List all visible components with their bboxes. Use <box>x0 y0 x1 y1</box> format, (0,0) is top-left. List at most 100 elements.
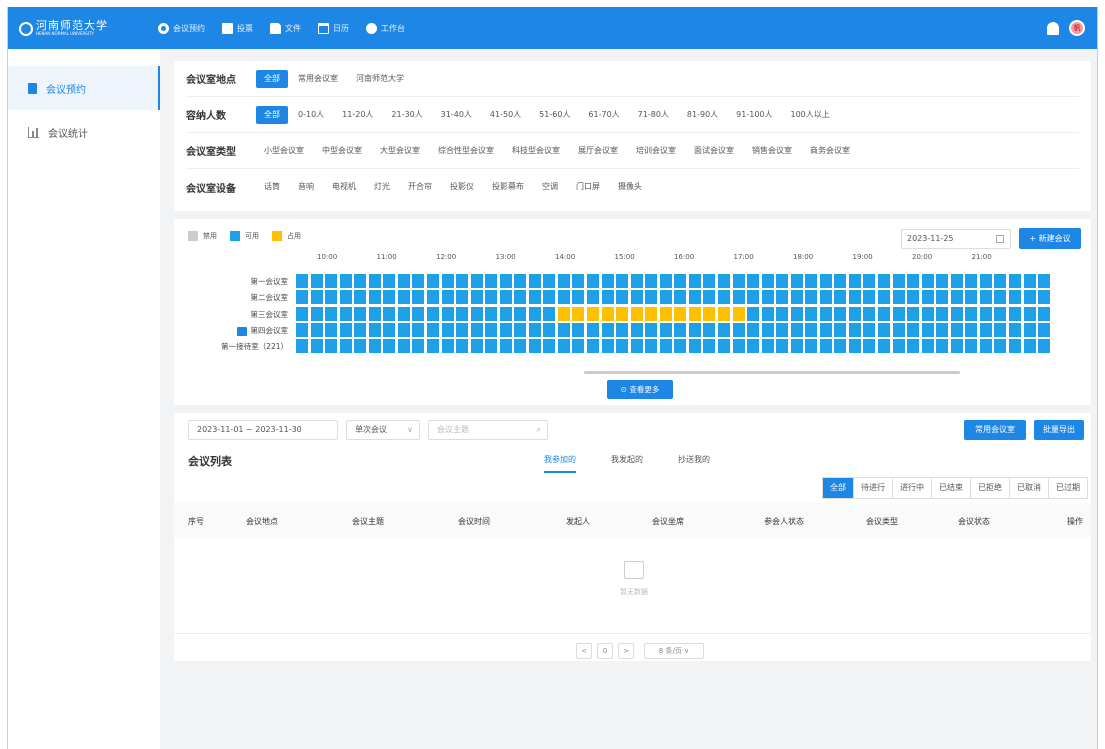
slot-available[interactable] <box>703 339 716 354</box>
slot-available[interactable] <box>790 274 803 288</box>
filter-option[interactable]: 科技型会议室 <box>504 142 568 160</box>
slot-occupied[interactable] <box>703 306 716 321</box>
slot-occupied[interactable] <box>557 306 570 321</box>
slot-available[interactable] <box>907 274 920 288</box>
slot-available[interactable] <box>819 339 832 354</box>
slot-available[interactable] <box>325 306 338 321</box>
slot-available[interactable] <box>732 322 745 337</box>
slot-available[interactable] <box>834 306 847 321</box>
slot-available[interactable] <box>485 322 498 337</box>
nav-workbench[interactable]: 工作台 <box>366 22 405 34</box>
slot-available[interactable] <box>528 274 541 288</box>
slot-occupied[interactable] <box>688 306 701 321</box>
slot-available[interactable] <box>499 274 512 288</box>
slot-available[interactable] <box>470 306 483 321</box>
slot-available[interactable] <box>601 274 614 288</box>
slot-available[interactable] <box>674 274 687 288</box>
slot-available[interactable] <box>368 339 381 354</box>
filter-option[interactable]: 全部 <box>256 69 288 88</box>
meeting-type-select[interactable]: 单次会议 ∨ <box>346 420 420 440</box>
slot-available[interactable] <box>499 306 512 321</box>
slot-available[interactable] <box>339 274 352 288</box>
filter-option[interactable]: 灯光 <box>366 178 398 196</box>
filter-option[interactable]: 空调 <box>534 178 566 196</box>
slot-available[interactable] <box>979 274 992 288</box>
slot-available[interactable] <box>528 306 541 321</box>
slot-occupied[interactable] <box>587 306 599 321</box>
filter-option[interactable]: 31-40人 <box>433 106 480 124</box>
slot-available[interactable] <box>325 274 338 288</box>
view-more-button[interactable]: ⊙ 查看更多 <box>607 380 673 399</box>
slot-available[interactable] <box>805 274 818 288</box>
slot-available[interactable] <box>383 274 396 288</box>
nav-calendar[interactable]: 日历 <box>318 22 349 34</box>
slot-available[interactable] <box>761 274 774 288</box>
slot-available[interactable] <box>994 306 1007 321</box>
slot-available[interactable] <box>688 339 701 354</box>
slot-available[interactable] <box>863 290 876 305</box>
slot-available[interactable] <box>601 290 614 305</box>
filter-option[interactable]: 展厅会议室 <box>570 142 626 160</box>
slot-available[interactable] <box>426 339 439 354</box>
slot-available[interactable] <box>426 306 439 321</box>
slot-available[interactable] <box>528 290 541 305</box>
slot-available[interactable] <box>1038 339 1051 354</box>
slot-available[interactable] <box>703 290 716 305</box>
slot-available[interactable] <box>296 322 308 337</box>
slot-available[interactable] <box>456 322 469 337</box>
slot-available[interactable] <box>630 274 643 288</box>
slot-available[interactable] <box>514 274 527 288</box>
filter-option[interactable]: 大型会议室 <box>372 142 428 160</box>
slot-available[interactable] <box>936 290 949 305</box>
slot-available[interactable] <box>616 290 629 305</box>
slot-available[interactable] <box>965 322 978 337</box>
slot-available[interactable] <box>368 290 381 305</box>
slot-available[interactable] <box>441 322 454 337</box>
filter-option[interactable]: 91-100人 <box>728 106 780 124</box>
slot-available[interactable] <box>325 290 338 305</box>
slot-available[interactable] <box>1038 306 1051 321</box>
slot-available[interactable] <box>383 339 396 354</box>
slot-available[interactable] <box>470 274 483 288</box>
slot-available[interactable] <box>572 274 585 288</box>
status-filter-option[interactable]: 已结束 <box>932 478 971 498</box>
slot-available[interactable] <box>747 274 760 288</box>
slot-available[interactable] <box>296 306 308 321</box>
slot-available[interactable] <box>688 290 701 305</box>
slot-available[interactable] <box>688 322 701 337</box>
slot-available[interactable] <box>368 274 381 288</box>
slot-available[interactable] <box>470 322 483 337</box>
slot-available[interactable] <box>296 339 308 354</box>
slot-available[interactable] <box>470 339 483 354</box>
slot-available[interactable] <box>761 290 774 305</box>
slot-available[interactable] <box>412 339 425 354</box>
slot-available[interactable] <box>892 322 905 337</box>
filter-option[interactable]: 21-30人 <box>383 106 430 124</box>
slot-available[interactable] <box>1008 322 1021 337</box>
filter-option[interactable]: 销售会议室 <box>744 142 800 160</box>
slot-available[interactable] <box>936 322 949 337</box>
slot-available[interactable] <box>688 274 701 288</box>
slot-available[interactable] <box>819 290 832 305</box>
slot-available[interactable] <box>383 290 396 305</box>
slot-available[interactable] <box>1008 290 1021 305</box>
filter-option[interactable]: 61-70人 <box>580 106 627 124</box>
slot-available[interactable] <box>834 339 847 354</box>
slot-available[interactable] <box>965 290 978 305</box>
slot-available[interactable] <box>601 339 614 354</box>
filter-option[interactable]: 小型会议室 <box>256 142 312 160</box>
meeting-tab[interactable]: 抄送我的 <box>678 454 710 473</box>
slot-available[interactable] <box>994 339 1007 354</box>
slot-available[interactable] <box>805 290 818 305</box>
slot-available[interactable] <box>441 306 454 321</box>
slot-available[interactable] <box>543 339 556 354</box>
slot-available[interactable] <box>921 322 934 337</box>
slot-available[interactable] <box>747 290 760 305</box>
batch-export-button[interactable]: 批量导出 <box>1034 420 1084 440</box>
filter-option[interactable]: 话筒 <box>256 178 288 196</box>
slot-available[interactable] <box>1038 322 1051 337</box>
slot-available[interactable] <box>514 322 527 337</box>
slot-available[interactable] <box>1023 306 1036 321</box>
slot-available[interactable] <box>819 306 832 321</box>
slot-available[interactable] <box>907 306 920 321</box>
